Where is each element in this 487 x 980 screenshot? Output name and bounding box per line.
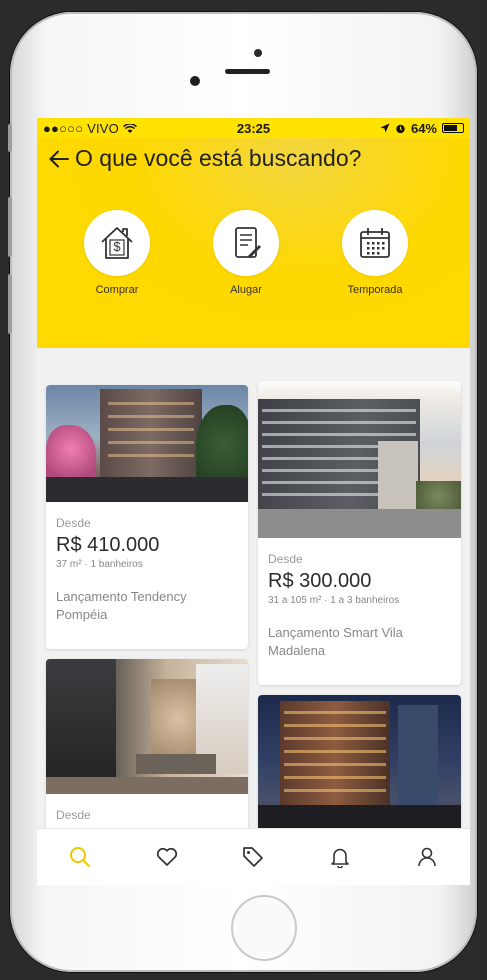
- home-button[interactable]: [231, 895, 297, 961]
- location-icon: [380, 123, 390, 133]
- listing-photo: [46, 385, 248, 502]
- listing-photo: [46, 659, 248, 794]
- front-camera: [190, 76, 200, 86]
- arrow-left-icon[interactable]: [49, 150, 69, 168]
- listing-details: 31 a 105 m² · 1 a 3 banheiros: [268, 595, 400, 606]
- wifi-icon: [122, 123, 137, 134]
- price-prefix: Desde: [56, 808, 91, 822]
- category-label: Alugar: [230, 284, 262, 296]
- tab-notifications[interactable]: [320, 837, 360, 877]
- calendar-icon: [360, 228, 390, 258]
- category-icon-circle: [342, 210, 408, 276]
- category-icon-circle: [213, 210, 279, 276]
- category-icon-circle: $: [84, 210, 150, 276]
- listing-price: R$ 410.000: [56, 534, 160, 556]
- alarm-icon: [396, 124, 405, 133]
- category-alugar[interactable]: Alugar: [201, 210, 291, 296]
- tag-icon: [243, 847, 264, 867]
- price-prefix: Desde: [268, 552, 303, 566]
- price-prefix: Desde: [56, 516, 91, 530]
- category-comprar[interactable]: $ Comprar: [72, 210, 162, 296]
- earpiece-speaker: [225, 69, 270, 74]
- listing-price: R$ 300.000: [268, 570, 372, 592]
- listing-details: 37 m² · 1 banheiros: [56, 559, 143, 570]
- category-label: Temporada: [347, 284, 403, 296]
- mute-switch: [8, 124, 12, 152]
- category-temporada[interactable]: Temporada: [330, 210, 420, 296]
- sensor: [254, 49, 262, 57]
- tab-profile[interactable]: [407, 837, 447, 877]
- bottom-tab-bar: [37, 828, 470, 885]
- house-dollar-icon: $: [101, 227, 133, 259]
- bell-icon: [331, 848, 349, 868]
- listing-card[interactable]: Desde: [46, 659, 248, 839]
- listing-name: Lançamento Smart Vila Madalena: [268, 625, 403, 658]
- carrier-label: ●●○○○ VIVO: [43, 121, 380, 136]
- page-title: O que você está buscando?: [49, 145, 361, 172]
- listing-name: Lançamento Tendency Pompéia: [56, 589, 187, 622]
- category-label: Comprar: [95, 284, 139, 296]
- heart-icon: [156, 847, 177, 866]
- listing-photo: [258, 381, 461, 538]
- listing-card[interactable]: [258, 695, 461, 835]
- listing-card[interactable]: Desde R$ 410.000 37 m² · 1 banheiros Lan…: [46, 385, 248, 649]
- listing-card[interactable]: Desde R$ 300.000 31 a 105 m² · 1 a 3 ban…: [258, 381, 461, 685]
- listing-photo: [258, 695, 461, 835]
- volume-up-button: [8, 197, 12, 257]
- tab-search[interactable]: [60, 837, 100, 877]
- user-icon: [417, 847, 436, 867]
- tab-favorites[interactable]: [147, 837, 187, 877]
- svg-text:$: $: [113, 239, 121, 254]
- volume-down-button: [8, 274, 12, 334]
- clock: 23:25: [236, 120, 271, 136]
- status-bar: ●●○○○ VIVO 23:25 64%: [37, 118, 470, 138]
- search-icon: [70, 847, 91, 867]
- tab-offers[interactable]: [233, 837, 273, 877]
- search-header: O que você está buscando? $ Comprar Alug…: [37, 138, 470, 348]
- app-screen: ●●○○○ VIVO 23:25 64% O que você está bus…: [37, 118, 470, 885]
- title-text: O que você está buscando?: [75, 145, 362, 171]
- contract-icon: [235, 227, 261, 258]
- battery-icon: [442, 123, 464, 133]
- battery-percent: 64%: [410, 120, 437, 136]
